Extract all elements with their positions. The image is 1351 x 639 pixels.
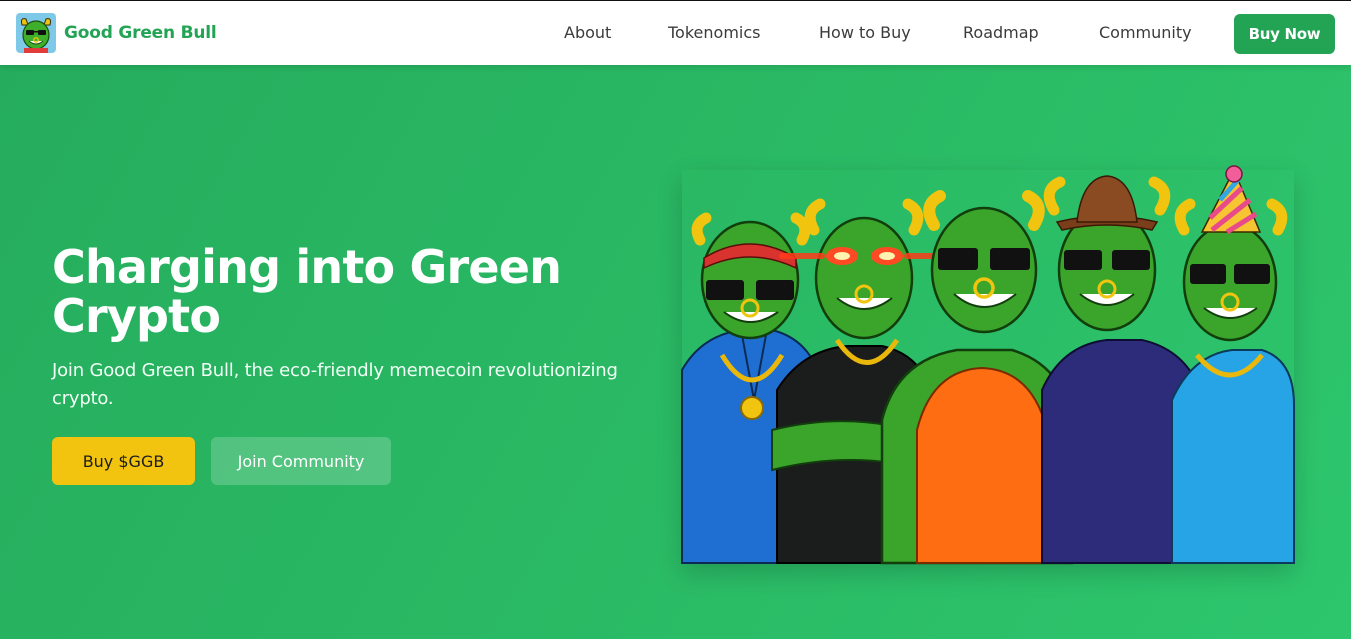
green-bull-gang-illustration (681, 165, 1295, 565)
hero-subtitle: Join Good Green Bull, the eco-friendly m… (52, 360, 618, 409)
bull-party-hat (1171, 165, 1295, 564)
nav-link-tokenomics[interactable]: Tokenomics (668, 23, 760, 42)
join-community-button[interactable]: Join Community (211, 437, 391, 485)
nav-link-roadmap[interactable]: Roadmap (963, 23, 1039, 42)
nav-link-about[interactable]: About (564, 23, 611, 42)
hero-title: Charging into Green Crypto (52, 240, 562, 343)
main-nav: About Tokenomics How to Buy Roadmap Comm… (0, 1, 1351, 65)
buy-ggb-button[interactable]: Buy $GGB (52, 437, 195, 485)
hero-section: Charging into Green Crypto Join Good Gre… (0, 65, 1351, 639)
nav-link-community[interactable]: Community (1099, 23, 1192, 42)
buy-now-button[interactable]: Buy Now (1234, 14, 1335, 54)
top-navbar: Good Green Bull About Tokenomics How to … (0, 0, 1351, 65)
nav-link-how-to-buy[interactable]: How to Buy (819, 23, 911, 42)
